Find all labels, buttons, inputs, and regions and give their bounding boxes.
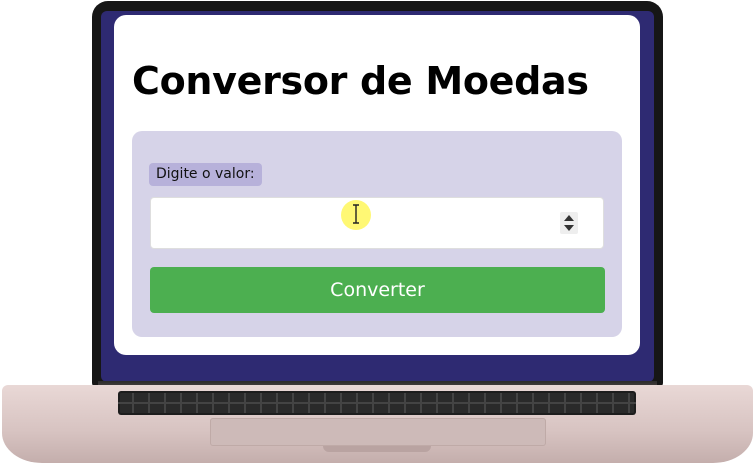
value-input[interactable]: [150, 197, 604, 249]
app-screen: Conversor de Moedas Digite o valor: Conv…: [114, 15, 640, 355]
laptop-trackpad: [210, 418, 546, 446]
laptop-front-notch: [323, 446, 431, 452]
page-title: Conversor de Moedas: [132, 59, 589, 103]
text-cursor-icon: [353, 204, 359, 224]
number-spinner-icon[interactable]: [560, 212, 578, 234]
spinner-up-icon[interactable]: [564, 215, 574, 221]
converter-form-card: Digite o valor: Converter: [132, 131, 622, 337]
value-label: Digite o valor:: [149, 163, 262, 186]
laptop-keyboard: [118, 391, 636, 415]
convert-button[interactable]: Converter: [150, 267, 605, 313]
spinner-down-icon[interactable]: [564, 225, 574, 231]
